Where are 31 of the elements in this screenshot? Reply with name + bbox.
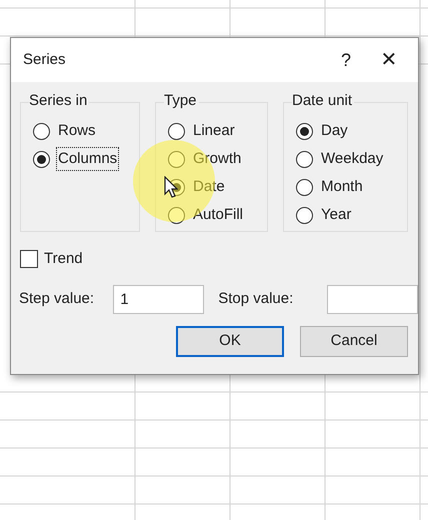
- radio-button[interactable]: [296, 178, 313, 196]
- radio-label[interactable]: Year: [319, 202, 354, 228]
- stop-value-field[interactable]: [327, 284, 418, 314]
- checkbox-label[interactable]: Trend: [44, 248, 83, 270]
- radio-label[interactable]: Columns: [56, 146, 120, 172]
- radio-button[interactable]: [33, 122, 50, 140]
- radio-label[interactable]: Growth: [191, 146, 244, 172]
- window-title: Series: [23, 50, 67, 70]
- radio-label[interactable]: Month: [319, 174, 365, 200]
- radio-button[interactable]: [296, 206, 313, 224]
- step-value-field[interactable]: 1: [113, 284, 204, 314]
- radio-label[interactable]: Day: [319, 118, 350, 144]
- checkbox[interactable]: [20, 250, 38, 268]
- ok-button[interactable]: OK: [176, 326, 284, 356]
- field-label: Step value:: [19, 288, 96, 309]
- radio-button[interactable]: [168, 206, 185, 224]
- radio-label[interactable]: Rows: [56, 118, 98, 144]
- radio-label[interactable]: Linear: [191, 118, 237, 144]
- radio-button[interactable]: [33, 150, 50, 168]
- mouse-pointer-icon: [164, 176, 178, 198]
- help-button[interactable]: ?: [326, 42, 366, 78]
- radio-button[interactable]: [296, 122, 313, 140]
- radio-label[interactable]: AutoFill: [191, 202, 246, 228]
- close-button[interactable]: ✕: [366, 42, 412, 78]
- radio-button[interactable]: [168, 150, 185, 168]
- cancel-button[interactable]: Cancel: [300, 326, 408, 356]
- radio-button[interactable]: [168, 122, 185, 140]
- radio-label[interactable]: Weekday: [319, 146, 386, 172]
- group-title: Type: [164, 92, 199, 110]
- field-label: Stop value:: [218, 288, 294, 309]
- radio-button[interactable]: [296, 150, 313, 168]
